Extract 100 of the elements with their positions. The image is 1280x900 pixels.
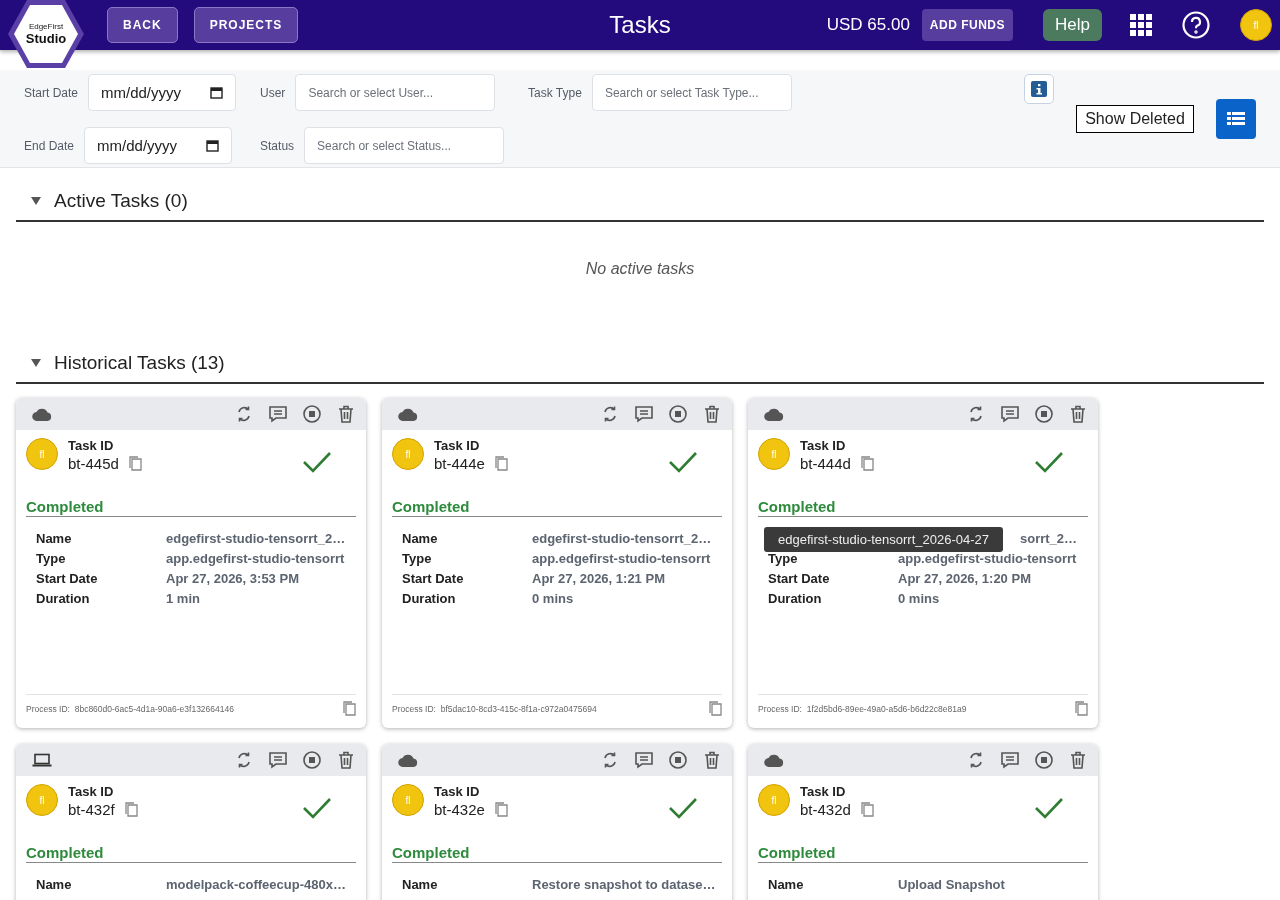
empty-message: No active tasks — [585, 260, 695, 277]
task-id: bt-432e — [434, 801, 485, 818]
task-id-label: Task ID — [800, 438, 847, 453]
task-id-label: Task ID — [434, 784, 481, 799]
stop-icon[interactable] — [668, 404, 688, 424]
log-icon[interactable] — [268, 750, 288, 770]
list-view-button[interactable] — [1216, 99, 1256, 139]
stop-icon[interactable] — [668, 750, 688, 770]
task-id: bt-432d — [800, 801, 851, 818]
page-title: Tasks — [609, 11, 671, 39]
nav-button[interactable]: PROJECTS — [193, 7, 299, 43]
task-status: Completed — [26, 498, 356, 517]
task-id: bt-444d — [800, 455, 851, 472]
check-icon — [302, 796, 332, 820]
apps-grid-icon[interactable] — [1130, 14, 1152, 36]
task-type-field[interactable]: Search or select Task Type... — [591, 74, 792, 111]
field-value: app.edgefirst-studio-tensorrt — [898, 551, 1078, 566]
task-status: Completed — [392, 844, 722, 863]
field-value: Restore snapshot to datase… — [532, 877, 716, 892]
log-icon[interactable] — [1000, 750, 1020, 770]
cloud-icon — [764, 407, 784, 421]
section-title: Historical Tasks (13) — [54, 352, 225, 374]
collapse-icon[interactable] — [30, 358, 42, 368]
collapse-icon[interactable] — [30, 196, 42, 206]
stop-icon[interactable] — [302, 404, 322, 424]
check-icon — [302, 450, 332, 474]
cloud-icon — [398, 407, 418, 421]
copy-icon[interactable] — [128, 456, 142, 471]
avatar: fl — [392, 784, 424, 816]
field-value: modelpack-coffeecup-480x… — [166, 877, 346, 892]
field-label: Type — [402, 551, 433, 566]
copy-icon[interactable] — [494, 456, 508, 471]
process-id: Process ID: bf5dac10-8cd3-415c-8f1a-c972a0475694 — [392, 703, 597, 714]
copy-icon[interactable] — [860, 802, 874, 817]
copy-icon[interactable] — [343, 701, 356, 716]
field-label: Name — [402, 531, 439, 546]
task-status: Completed — [758, 844, 1088, 863]
list-icon — [1227, 111, 1245, 127]
nav-button[interactable]: BACK — [107, 7, 178, 43]
field-value: Upload Snapshot — [898, 877, 1006, 892]
task-id: bt-444e — [434, 455, 485, 472]
info-button[interactable] — [1024, 74, 1054, 104]
task-id-label: Task ID — [68, 438, 115, 453]
calendar-icon — [206, 139, 220, 152]
delete-icon[interactable] — [336, 750, 356, 770]
show-deleted-button[interactable]: Show Deleted — [1076, 105, 1194, 133]
log-icon[interactable] — [634, 750, 654, 770]
start-date-field[interactable]: mm/dd/yyyy — [88, 74, 237, 111]
task-id-label: Task ID — [434, 438, 481, 453]
logo[interactable]: EdgeFirst Studio — [8, 0, 84, 68]
cloud-icon — [398, 753, 418, 767]
field-label: Name — [36, 531, 73, 546]
task-id: bt-432f — [68, 801, 115, 818]
process-id: Process ID: 8bc860d0-6ac5-4d1a-90a6-e3f132664146 — [26, 703, 234, 714]
field-label: Name — [402, 877, 439, 892]
process-id: Process ID: 1f2d5bd6-89ee-49a0-a5d6-b6d22c8e81a9 — [758, 703, 967, 714]
field-label: Name — [768, 877, 805, 892]
field-value: Apr 27, 2026, 1:20 PM — [898, 571, 1032, 586]
info-icon — [1031, 81, 1047, 97]
stop-icon[interactable] — [1034, 404, 1054, 424]
delete-icon[interactable] — [702, 404, 722, 424]
field-label: Type — [768, 551, 799, 566]
status-field[interactable]: Search or select Status... — [304, 127, 505, 164]
tooltip: edgefirst-studio-tensorrt_2026-04-27 — [764, 527, 1003, 552]
field-value: Apr 27, 2026, 1:21 PM — [532, 571, 666, 586]
check-icon — [1034, 450, 1064, 474]
user-field[interactable]: Search or select User... — [295, 74, 496, 111]
stop-icon[interactable] — [302, 750, 322, 770]
task-status: Completed — [758, 498, 1088, 517]
add-funds-button[interactable]: ADD FUNDS — [921, 9, 1014, 41]
copy-icon[interactable] — [124, 802, 138, 817]
log-icon[interactable] — [268, 404, 288, 424]
field-label: Start Date — [402, 571, 465, 586]
field-value: 0 mins — [532, 591, 575, 606]
balance: USD 65.00 — [826, 15, 910, 35]
help-button[interactable]: Help — [1043, 9, 1102, 41]
log-icon[interactable] — [1000, 404, 1020, 424]
delete-icon[interactable] — [336, 404, 356, 424]
copy-icon[interactable] — [860, 456, 874, 471]
field-value: edgefirst-studio-tensorrt_2… — [166, 531, 346, 546]
field-value: 1 min — [166, 591, 201, 606]
copy-icon[interactable] — [1075, 701, 1088, 716]
avatar: fl — [392, 438, 424, 470]
filter-label: Status — [260, 138, 295, 153]
copy-icon[interactable] — [494, 802, 508, 817]
stop-icon[interactable] — [1034, 750, 1054, 770]
copy-icon[interactable] — [709, 701, 722, 716]
check-icon — [668, 796, 698, 820]
calendar-icon — [210, 86, 224, 99]
delete-icon[interactable] — [1068, 404, 1088, 424]
task-id-label: Task ID — [800, 784, 847, 799]
filter-label: User — [260, 85, 286, 100]
delete-icon[interactable] — [1068, 750, 1088, 770]
help-icon[interactable] — [1182, 11, 1210, 39]
delete-icon[interactable] — [702, 750, 722, 770]
cloud-icon — [764, 753, 784, 767]
log-icon[interactable] — [634, 404, 654, 424]
end-date-field[interactable]: mm/dd/yyyy — [84, 127, 233, 164]
task-status: Completed — [26, 844, 356, 863]
field-label: Start Date — [768, 571, 831, 586]
